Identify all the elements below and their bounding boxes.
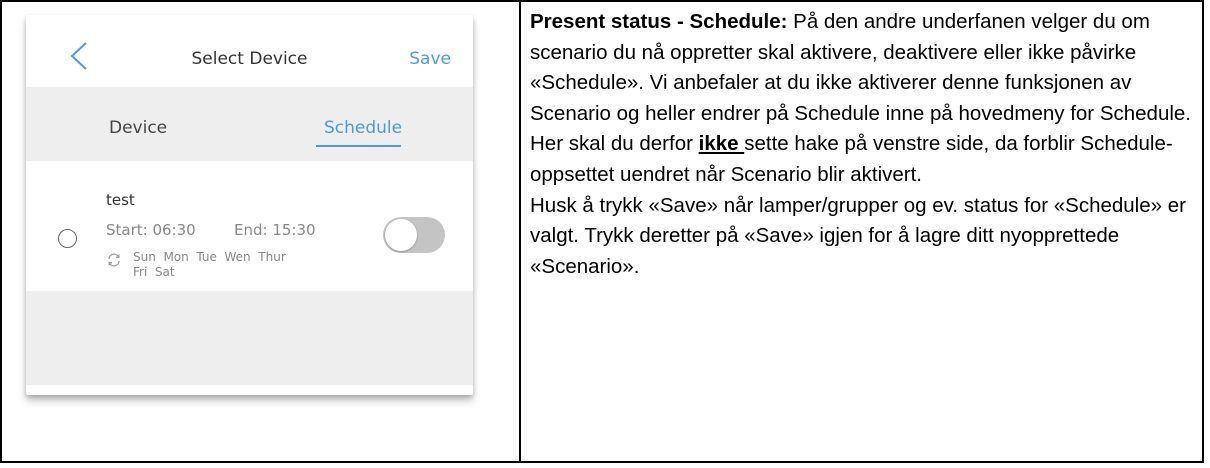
- paragraph-present-status: Present status - Schedule: På den andre …: [530, 7, 1195, 129]
- schedule-days-cont: Fri Sat: [133, 265, 175, 279]
- app-header: Select Device Save: [26, 15, 473, 87]
- table-divider: [519, 2, 521, 461]
- section-heading: Present status - Schedule:: [530, 10, 788, 33]
- schedule-end-time: End: 15:30: [234, 221, 316, 239]
- select-radio[interactable]: [58, 229, 77, 248]
- schedule-days: Sun Mon Tue Wen Thur: [133, 250, 286, 264]
- page-title: Select Device: [191, 49, 308, 69]
- repeat-icon: [108, 253, 120, 267]
- paragraph-text: Her skal du derfor: [530, 132, 699, 156]
- active-tab-indicator: [316, 145, 401, 147]
- empty-list-area: [26, 291, 473, 385]
- instruction-text: Present status - Schedule: På den andre …: [530, 7, 1195, 282]
- paragraph-save-reminder: Husk å trykk «Save» når lamper/grupper o…: [530, 193, 1186, 278]
- tab-bar: Device Schedule: [26, 87, 473, 161]
- schedule-start-time: Start: 06:30: [106, 221, 196, 239]
- tab-device[interactable]: Device: [109, 118, 167, 138]
- schedule-list-item: test Start: 06:30 End: 15:30 Sun Mon Tue…: [26, 161, 473, 291]
- document-table: Select Device Save Device Schedule test …: [0, 0, 1204, 463]
- toggle-knob: [385, 219, 417, 251]
- paragraph-instruction: Her skal du derfor ikke sette hake på ve…: [530, 129, 1195, 190]
- schedule-toggle[interactable]: [383, 217, 445, 253]
- emphasis-text: ikke: [698, 132, 745, 156]
- save-button[interactable]: Save: [409, 49, 451, 69]
- app-screenshot: Select Device Save Device Schedule test …: [26, 15, 473, 395]
- schedule-name: test: [106, 191, 135, 209]
- tab-schedule[interactable]: Schedule: [324, 118, 402, 138]
